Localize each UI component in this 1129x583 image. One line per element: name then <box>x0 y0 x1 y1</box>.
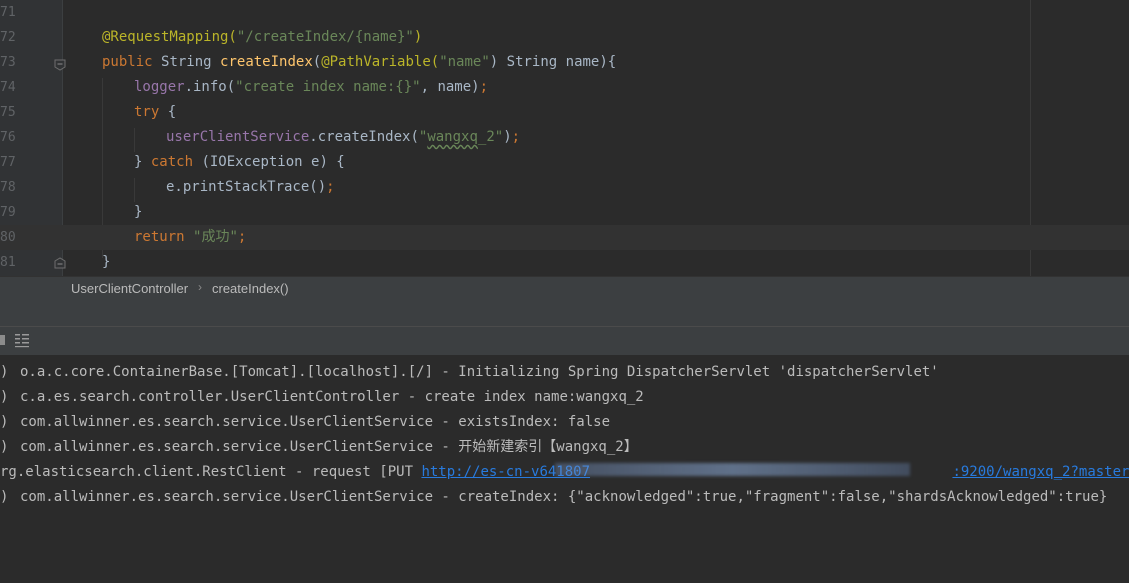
code-line[interactable]: 71 <box>0 0 1129 25</box>
breadcrumb-class[interactable]: UserClientController <box>71 281 188 296</box>
code-line[interactable]: 79} <box>0 200 1129 225</box>
code-line[interactable]: 76 userClientService.createIndex("wangxq_… <box>0 125 1129 150</box>
code-text: return "成功"; <box>134 225 246 250</box>
code-text: logger.info("create index name:{}", name… <box>134 75 488 100</box>
code-token: .info( <box>184 79 236 95</box>
code-token: } <box>134 204 143 220</box>
code-line[interactable]: 80 return "成功"; <box>0 225 1129 250</box>
log-prefix-fragment: ) <box>0 389 9 405</box>
code-token: logger <box>134 79 185 95</box>
code-token: ( <box>430 54 440 70</box>
code-token: } <box>102 254 111 270</box>
code-token: "/createIndex/{name}" <box>236 29 414 45</box>
fold-marker-icon[interactable] <box>54 59 66 71</box>
line-number: 76 <box>0 130 16 145</box>
console-output[interactable]: ) o.a.c.core.ContainerBase.[Tomcat].[loca… <box>0 355 1129 583</box>
log-message: com.allwinner.es.search.service.UserClie… <box>20 485 1107 510</box>
code-token: "name" <box>439 54 490 70</box>
line-number: 80 <box>0 230 16 245</box>
code-token: ; <box>326 179 335 195</box>
code-token: @RequestMapping( <box>102 29 237 45</box>
redacted-host-blur <box>555 463 910 476</box>
log-prefix-fragment: ) <box>0 489 9 505</box>
code-token: String <box>161 54 221 70</box>
code-line[interactable]: 77} catch (IOException e) { <box>0 150 1129 175</box>
code-text: public String createIndex(@PathVariable(… <box>102 50 616 75</box>
code-token: wangxq <box>427 129 478 145</box>
code-token: ) String name){ <box>489 54 617 70</box>
code-line[interactable]: 73 public String createIndex(@PathVariabl… <box>0 50 1129 75</box>
code-line[interactable]: 72 @RequestMapping("/createIndex/{name}") <box>0 25 1129 50</box>
code-token: .createIndex( <box>309 129 419 145</box>
log-message: c.a.es.search.controller.UserClientContr… <box>20 385 644 410</box>
breadcrumb: UserClientController › createIndex() <box>0 276 1129 301</box>
code-token: e.printStackTrace() <box>166 179 327 195</box>
log-text: c.a.es.search.controller.UserClientContr… <box>20 389 644 405</box>
breadcrumb-method[interactable]: createIndex() <box>212 281 289 296</box>
layout-split-icon[interactable] <box>14 333 30 348</box>
code-text: e.printStackTrace(); <box>166 175 335 200</box>
breadcrumb-separator: › <box>198 280 202 294</box>
code-text: try { <box>134 100 176 125</box>
code-line[interactable]: 78 e.printStackTrace(); <box>0 175 1129 200</box>
code-token: ; <box>511 129 521 145</box>
code-token: { <box>167 104 177 120</box>
code-token: _2" <box>477 129 504 145</box>
code-token: ) <box>413 29 423 45</box>
line-number: 74 <box>0 80 16 95</box>
log-text: rg.elasticsearch.client.RestClient - req… <box>0 464 422 480</box>
log-text: o.a.c.core.ContainerBase.[Tomcat].[local… <box>20 364 939 380</box>
line-number: 72 <box>0 30 16 45</box>
code-token: @PathVariable <box>321 54 431 70</box>
tool-window-divider[interactable] <box>0 301 1129 326</box>
code-token: catch <box>150 154 202 170</box>
code-token: "成功" <box>193 229 238 245</box>
code-token: return <box>134 229 194 245</box>
line-number: 77 <box>0 155 16 170</box>
code-token: ; <box>237 229 247 245</box>
code-token: userClientService <box>166 129 310 145</box>
code-text: } <box>134 200 142 225</box>
line-number: 78 <box>0 180 16 195</box>
stop-square-icon[interactable] <box>0 333 6 347</box>
code-token: } <box>134 154 151 170</box>
line-number: 71 <box>0 5 16 20</box>
code-text: } catch (IOException e) { <box>134 150 345 175</box>
code-token: try <box>134 104 168 120</box>
code-token: (IOException e) { <box>201 154 345 170</box>
code-line[interactable]: 75 try { <box>0 100 1129 125</box>
log-prefix-fragment: ) <box>0 414 9 430</box>
code-text: } <box>102 250 110 275</box>
code-line[interactable]: 74 logger.info("create index name:{}", na… <box>0 75 1129 100</box>
code-token: createIndex <box>220 54 313 70</box>
code-token: , name) <box>420 79 480 95</box>
code-token: ( <box>312 54 322 70</box>
line-number: 75 <box>0 105 16 120</box>
code-text: @RequestMapping("/createIndex/{name}") <box>102 25 422 50</box>
log-message: o.a.c.core.ContainerBase.[Tomcat].[local… <box>20 360 939 385</box>
log-link[interactable]: :9200/wangxq_2?master_timeou <box>952 464 1129 480</box>
log-text: com.allwinner.es.search.service.UserClie… <box>20 439 638 455</box>
code-token: ; <box>479 79 489 95</box>
console-toolbar <box>0 326 1129 356</box>
log-message: com.allwinner.es.search.service.UserClie… <box>20 435 638 460</box>
fold-marker-icon[interactable] <box>54 257 66 269</box>
log-text: com.allwinner.es.search.service.UserClie… <box>20 489 1108 505</box>
line-number: 73 <box>0 55 16 70</box>
code-token: "create index name:{}" <box>235 79 421 95</box>
line-number: 81 <box>0 255 16 270</box>
code-token: ) <box>503 129 512 145</box>
log-text: com.allwinner.es.search.service.UserClie… <box>20 414 611 430</box>
log-prefix-fragment: ) <box>0 439 9 455</box>
code-token: public <box>102 54 162 70</box>
code-line[interactable]: 81} <box>0 250 1129 275</box>
log-message: com.allwinner.es.search.service.UserClie… <box>20 410 610 435</box>
code-text: userClientService.createIndex("wangxq_2"… <box>166 125 520 150</box>
code-editor[interactable]: 71 72 @RequestMapping("/createIndex/{name}… <box>0 0 1129 276</box>
log-prefix-fragment: ) <box>0 364 9 380</box>
line-number: 79 <box>0 205 16 220</box>
